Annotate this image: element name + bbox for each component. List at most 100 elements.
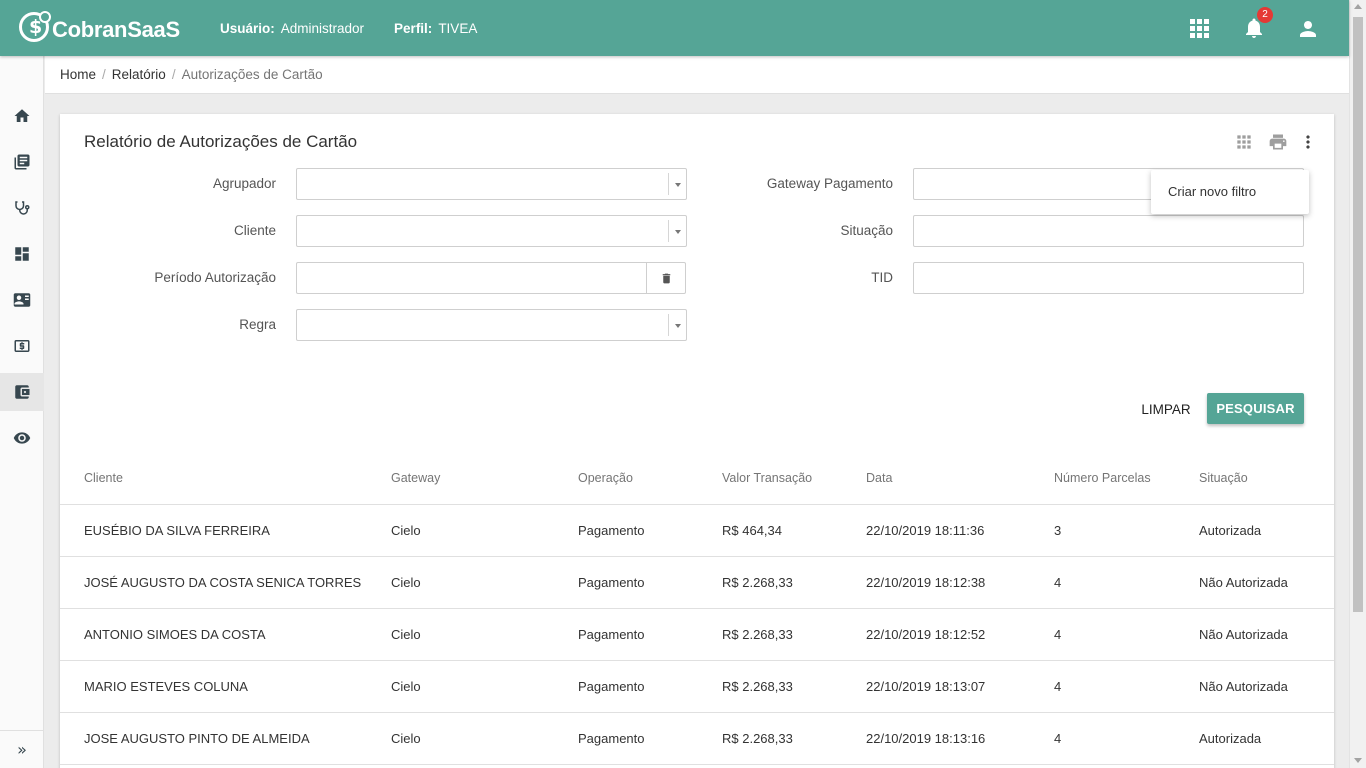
tid-row: TID [740,262,893,294]
cell-situacao: Autorizada [1199,731,1262,746]
periodo-label: Período Autorização [154,270,276,285]
column-header-valor[interactable]: Valor Transação [722,471,812,485]
column-header-situacao[interactable]: Situação [1199,471,1248,485]
cell-situacao: Não Autorizada [1199,575,1288,590]
column-header-cliente[interactable]: Cliente [84,471,123,485]
cell-cliente: JOSE AUGUSTO PINTO DE ALMEIDA [84,731,310,746]
cell-operacao: Pagamento [578,523,645,538]
regra-label: Regra [239,317,276,332]
sidebar: » [0,56,44,768]
options-menu: Criar novo filtro [1151,170,1309,214]
cell-valor: R$ 2.268,33 [722,731,793,746]
cell-gateway: Cielo [391,575,421,590]
contact-card-icon [13,293,31,307]
column-header-data[interactable]: Data [866,471,892,485]
periodo-field[interactable] [296,262,686,294]
money-icon [14,340,30,352]
table-row[interactable]: JOSÉ AUGUSTO DA COSTA SENICA TORRES Ciel… [60,557,1334,609]
cell-parcelas: 4 [1054,627,1062,642]
top-bar: CobranSaaS Usuário: Administrador Perfil:… [0,0,1349,56]
sidebar-item-home[interactable] [0,97,44,135]
search-button[interactable]: PESQUISAR [1207,393,1304,424]
agrupador-select[interactable] [296,168,687,200]
sidebar-item-billing[interactable] [0,327,44,365]
sidebar-item-wallet[interactable] [0,373,44,411]
cell-operacao: Pagamento [578,575,645,590]
table-header: Cliente Gateway Operação Valor Transação… [60,456,1334,505]
cell-valor: R$ 464,34 [722,523,782,538]
user-info: Usuário: Administrador Perfil: TIVEA [220,21,507,36]
cell-data: 22/10/2019 18:12:52 [866,627,986,642]
book-icon [14,154,30,170]
cell-valor: R$ 2.268,33 [722,679,793,694]
regra-select[interactable] [296,309,687,341]
sidebar-expand-button[interactable]: » [0,730,44,768]
breadcrumb-report[interactable]: Relatório [112,67,166,82]
cell-cliente: EUSÉBIO DA SILVA FERREIRA [84,523,270,538]
sidebar-item-health[interactable] [0,189,44,227]
chevron-down-icon[interactable] [668,220,686,242]
trash-icon[interactable] [646,263,685,293]
results-table: Cliente Gateway Operação Valor Transação… [60,456,1334,765]
tid-input[interactable] [913,262,1304,294]
column-header-operacao[interactable]: Operação [578,471,633,485]
cliente-select[interactable] [296,215,687,247]
situacao-label: Situação [840,223,893,238]
clear-button[interactable]: LIMPAR [1132,394,1200,424]
cell-cliente: MARIO ESTEVES COLUNA [84,679,248,694]
more-vert-icon[interactable] [1298,132,1318,152]
profile-name: TIVEA [438,21,478,36]
page-scrollbar[interactable] [1349,0,1366,768]
table-row[interactable]: JOSE AUGUSTO PINTO DE ALMEIDA Cielo Paga… [60,713,1334,765]
agrupador-row: Agrupador [120,168,276,200]
menu-item-new-filter[interactable]: Criar novo filtro [1168,184,1256,199]
apps-grid-icon[interactable] [1190,19,1209,38]
cell-parcelas: 4 [1054,679,1062,694]
cell-cliente: ANTONIO SIMOES DA COSTA [84,627,266,642]
regra-row: Regra [120,309,276,341]
situacao-row: Situação [740,215,893,247]
breadcrumb-current: Autorizações de Cartão [181,67,323,82]
logo-icon [19,11,51,42]
cell-data: 22/10/2019 18:12:38 [866,575,986,590]
table-row[interactable]: EUSÉBIO DA SILVA FERREIRA Cielo Pagament… [60,505,1334,557]
table-row[interactable]: MARIO ESTEVES COLUNA Cielo Pagamento R$ … [60,661,1334,713]
sidebar-item-dashboard[interactable] [0,235,44,273]
dashboard-icon [15,247,29,261]
scrollbar-thumb[interactable] [1353,17,1363,612]
cell-valor: R$ 2.268,33 [722,627,793,642]
table-row[interactable]: ANTONIO SIMOES DA COSTA Cielo Pagamento … [60,609,1334,661]
print-icon[interactable] [1268,132,1288,152]
cell-operacao: Pagamento [578,679,645,694]
cell-parcelas: 4 [1054,575,1062,590]
report-card: Relatório de Autorizações de Cartão Agru… [60,114,1334,768]
column-header-parcelas[interactable]: Número Parcelas [1054,471,1151,485]
page-title: Relatório de Autorizações de Cartão [84,132,358,151]
home-icon [14,109,30,122]
chevron-down-icon[interactable] [668,314,686,336]
grid-view-icon[interactable] [1234,132,1254,152]
cell-gateway: Cielo [391,627,421,642]
cell-data: 22/10/2019 18:13:16 [866,731,986,746]
breadcrumb-home[interactable]: Home [60,67,96,82]
tid-label: TID [871,270,893,285]
double-chevron-right-icon: » [17,740,27,759]
chevron-down-icon[interactable] [668,173,686,195]
cell-gateway: Cielo [391,523,421,538]
cell-operacao: Pagamento [578,627,645,642]
column-header-gateway[interactable]: Gateway [391,471,440,485]
user-label: Usuário: [220,21,275,36]
scroll-down-arrow-icon[interactable] [1354,758,1362,763]
notification-badge: 2 [1257,7,1273,23]
cell-situacao: Autorizada [1199,523,1262,538]
sidebar-item-contacts[interactable] [0,281,44,319]
cell-situacao: Não Autorizada [1199,679,1288,694]
user-name: Administrador [280,21,365,36]
cell-gateway: Cielo [391,679,421,694]
sidebar-item-view[interactable] [0,419,44,457]
brand-logo[interactable]: CobranSaaS [19,11,180,43]
user-account-icon[interactable] [1296,17,1320,41]
sidebar-item-library[interactable] [0,143,44,181]
situacao-select[interactable] [913,215,1304,247]
scroll-up-arrow-icon[interactable] [1354,4,1362,9]
